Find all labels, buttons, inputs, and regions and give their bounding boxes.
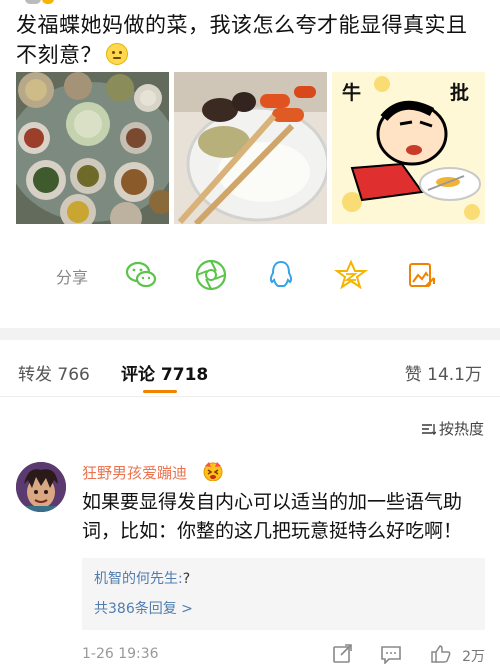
share-label: 分享 bbox=[56, 268, 89, 287]
qzone-icon[interactable] bbox=[334, 258, 368, 292]
comment-text: 如果要显得发自内心可以适当的加一些语气助词，比如：你整的这几把玩意挺特么好吃啊！ bbox=[82, 491, 463, 542]
reply-comment-icon[interactable] bbox=[380, 644, 402, 665]
share-comment-icon[interactable] bbox=[332, 644, 354, 664]
dinner-table-photo[interactable] bbox=[16, 72, 169, 224]
comment-footer: 1-26 19:36 2万 bbox=[82, 644, 485, 665]
photo-grid: 牛 批 bbox=[16, 72, 485, 224]
sort-icon bbox=[421, 421, 437, 435]
vip-badge-icon bbox=[202, 461, 224, 482]
thumbs-up-icon[interactable] bbox=[430, 644, 452, 664]
share-row: 分享 bbox=[0, 258, 500, 294]
rice-bowl-photo[interactable] bbox=[174, 72, 327, 224]
interaction-tabs: 转发 766 评论 7718 赞 14.1万 bbox=[0, 352, 500, 397]
post-body: 发福蝶她妈做的菜，我该怎么夸才能显得真实且不刻意？ bbox=[16, 13, 468, 67]
reply-author[interactable]: 机智的何先生: bbox=[94, 571, 183, 587]
awkward-face-emoji-icon bbox=[106, 43, 128, 65]
post-text: 发福蝶她妈做的菜，我该怎么夸才能显得真实且不刻意？ bbox=[16, 10, 486, 70]
commenter-avatar[interactable] bbox=[16, 462, 66, 512]
active-tab-indicator bbox=[143, 390, 177, 393]
weibo-share-icon[interactable] bbox=[404, 258, 438, 292]
tab-likes[interactable]: 赞 14.1万 bbox=[405, 360, 482, 385]
top-fragment bbox=[0, 0, 500, 6]
view-replies-link[interactable]: 共386条回复 > bbox=[94, 598, 193, 618]
section-divider bbox=[0, 328, 500, 340]
sort-button[interactable]: 按热度 bbox=[421, 418, 484, 439]
comment-likes-count: 2万 bbox=[462, 649, 485, 665]
tab-forward[interactable]: 转发 766 bbox=[18, 360, 90, 385]
crayon-shin-chan-meme[interactable]: 牛 批 bbox=[332, 72, 485, 224]
reply-preview[interactable]: 机智的何先生:? 共386条回复 > bbox=[82, 558, 485, 630]
wechat-icon[interactable] bbox=[124, 258, 158, 292]
commenter-username[interactable]: 狂野男孩爱蹦迪 bbox=[82, 462, 187, 483]
reply-body: ? bbox=[182, 571, 191, 587]
comment-time: 1-26 19:36 bbox=[82, 646, 159, 662]
qq-icon[interactable] bbox=[264, 258, 298, 292]
meme-left-text: 牛 bbox=[342, 82, 362, 104]
tab-comments[interactable]: 评论 7718 bbox=[121, 360, 208, 385]
meme-right-text: 批 bbox=[449, 82, 469, 104]
top-badge-fragment bbox=[42, 0, 54, 4]
sort-label: 按热度 bbox=[438, 420, 484, 438]
top-avatar-fragment bbox=[25, 0, 41, 4]
reply-line: 机智的何先生:? bbox=[94, 568, 190, 588]
moments-icon[interactable] bbox=[194, 258, 228, 292]
